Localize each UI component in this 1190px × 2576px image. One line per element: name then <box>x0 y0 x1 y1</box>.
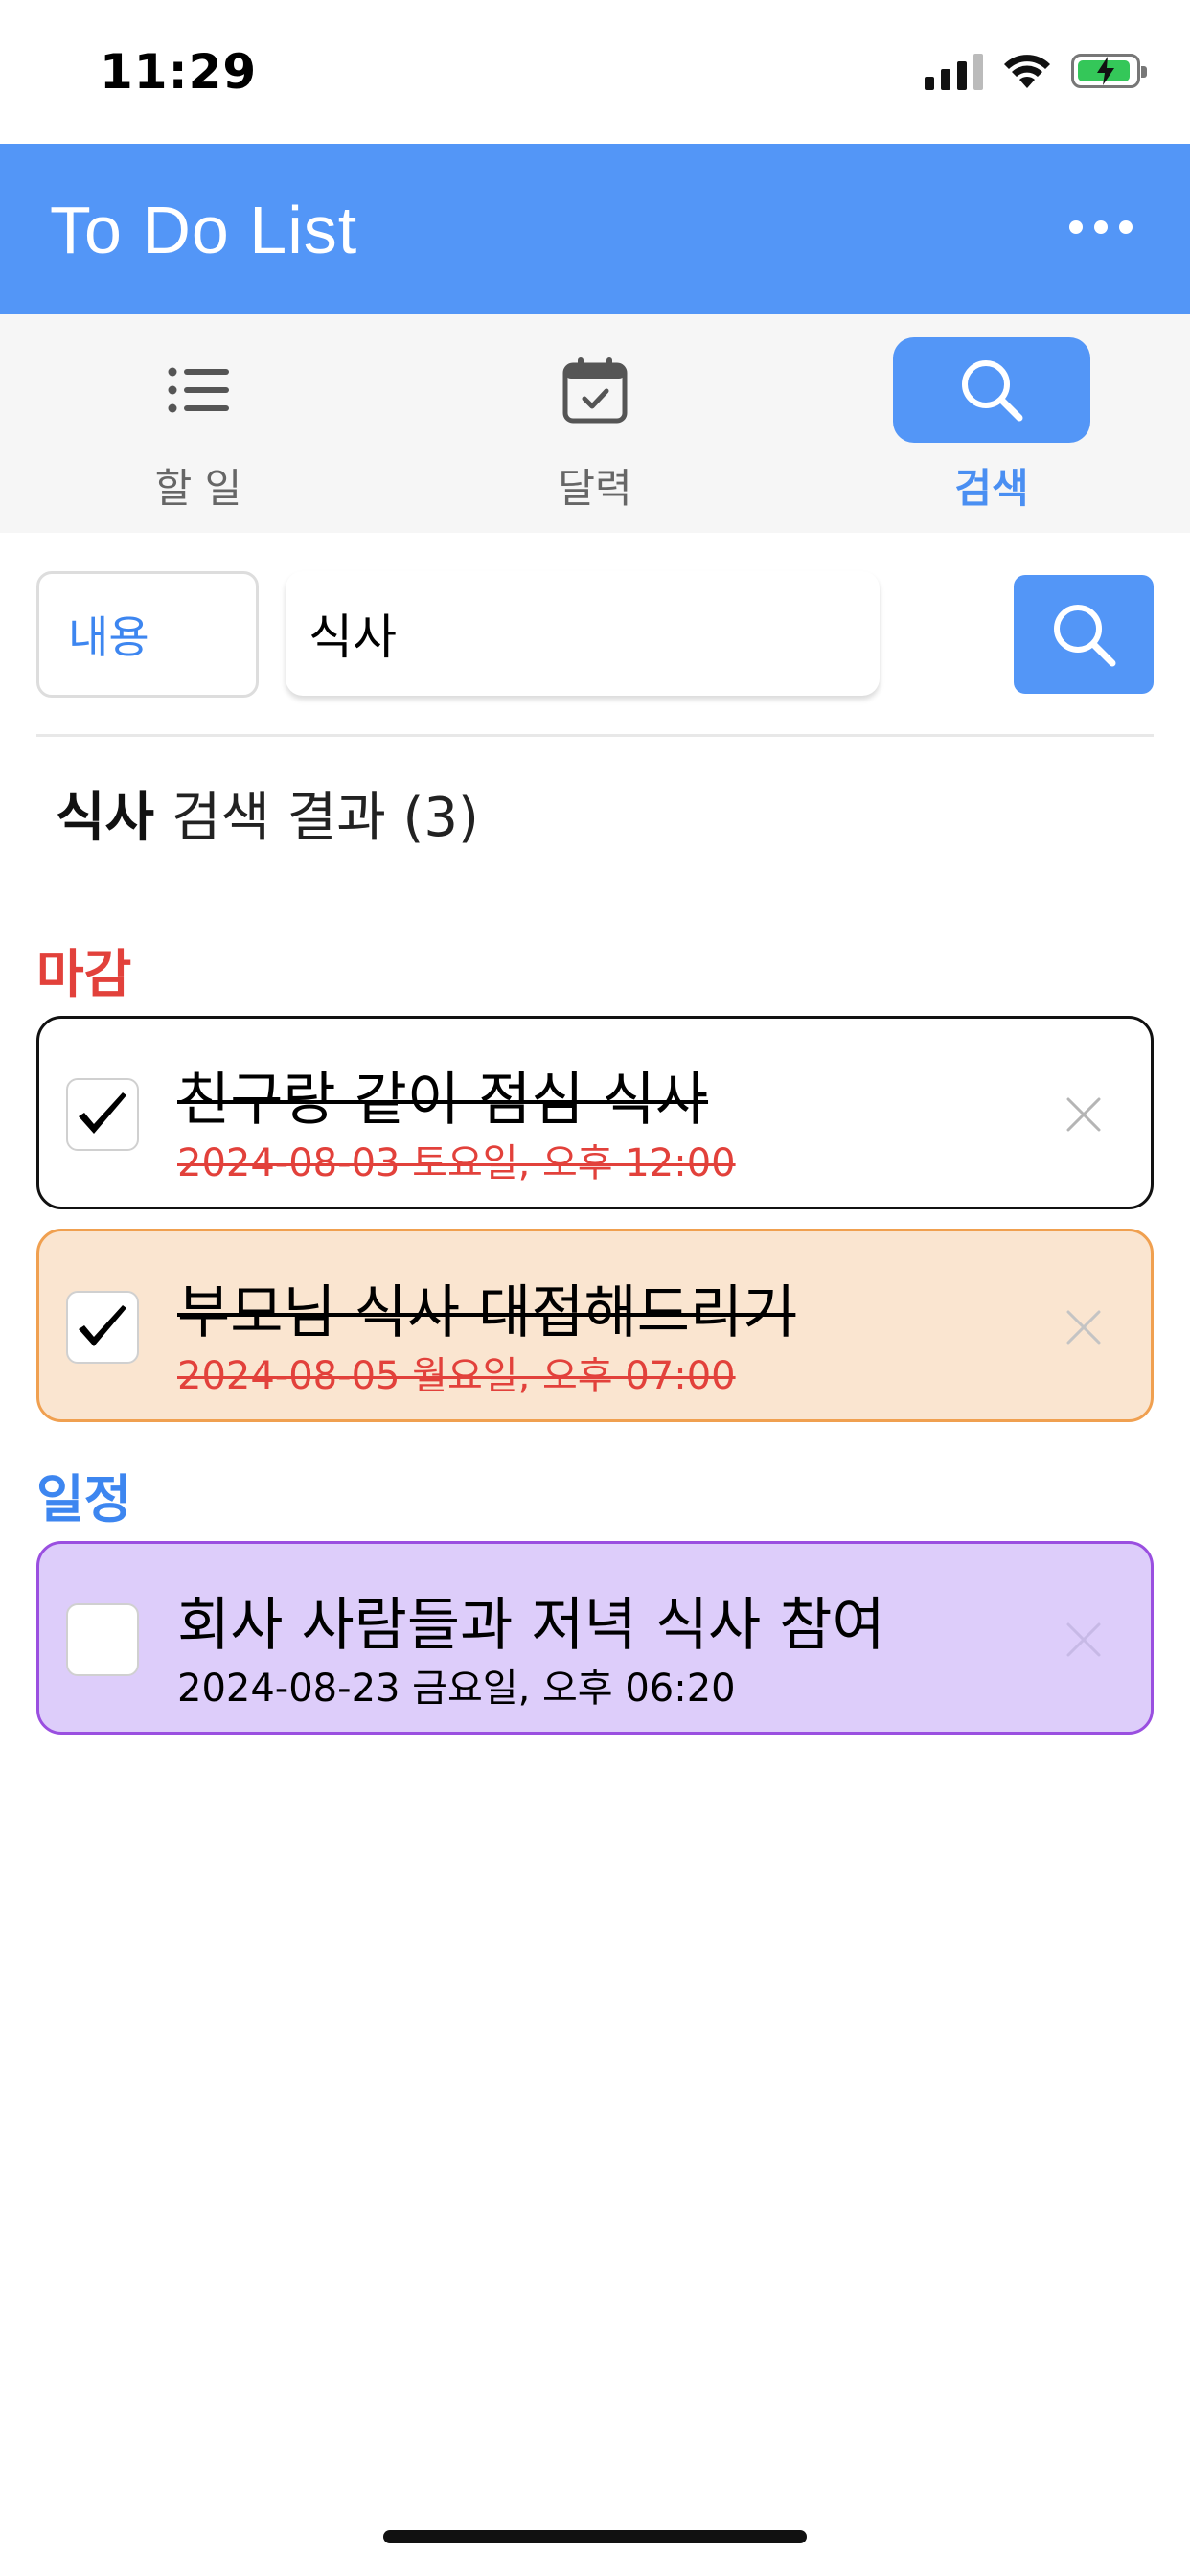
todo-checkbox[interactable] <box>66 1603 139 1676</box>
tab-todo-label: 할 일 <box>154 465 242 512</box>
close-icon[interactable] <box>1055 1086 1112 1143</box>
wifi-icon <box>1004 55 1050 88</box>
todo-checkbox[interactable] <box>66 1291 139 1364</box>
tab-search-label: 검색 <box>954 465 1029 512</box>
status-time: 11:29 <box>100 44 258 100</box>
search-result-keyword: 식사 <box>56 787 155 849</box>
search-result-heading: 식사 검색 결과 (3) <box>56 774 479 852</box>
todo-item[interactable]: 친구랑 같이 점심 식사 2024-08-03 토요일, 오후 12:00 <box>36 1016 1154 1209</box>
checkmark-icon <box>79 1305 126 1346</box>
todo-date: 2024-08-03 토요일, 오후 12:00 <box>177 1141 736 1185</box>
status-bar: 11:29 <box>0 0 1190 144</box>
calendar-icon <box>562 357 628 424</box>
todo-title: 회사 사람들과 저녁 식사 참여 <box>177 1592 885 1659</box>
tab-search[interactable]: 검색 <box>893 337 1090 515</box>
cellular-signal-icon <box>925 52 983 90</box>
todo-title: 부모님 식사 대접해드리기 <box>177 1279 796 1346</box>
search-row: 내용 <box>0 533 1190 734</box>
todo-date: 2024-08-23 금요일, 오후 06:20 <box>177 1667 736 1711</box>
home-indicator <box>383 2530 807 2543</box>
todo-checkbox[interactable] <box>66 1078 139 1151</box>
checkmark-icon <box>79 1092 126 1134</box>
tab-bar: 할 일 달력 검색 <box>0 314 1190 533</box>
todo-item[interactable]: 회사 사람들과 저녁 식사 참여 2024-08-23 금요일, 오후 06:2… <box>36 1541 1154 1735</box>
todo-date: 2024-08-05 월요일, 오후 07:00 <box>177 1354 736 1398</box>
search-button[interactable] <box>1014 575 1154 694</box>
divider <box>36 734 1154 737</box>
close-icon[interactable] <box>1055 1299 1112 1356</box>
tab-calendar[interactable]: 달력 <box>496 337 694 515</box>
app-header: To Do List <box>0 144 1190 314</box>
search-icon <box>962 360 1023 422</box>
close-icon[interactable] <box>1055 1611 1112 1668</box>
status-icons <box>925 52 1147 90</box>
todo-item[interactable]: 부모님 식사 대접해드리기 2024-08-05 월요일, 오후 07:00 <box>36 1229 1154 1422</box>
list-icon <box>168 367 229 413</box>
search-filter-select[interactable]: 내용 <box>36 571 259 698</box>
todo-title: 친구랑 같이 점심 식사 <box>177 1067 709 1134</box>
tab-todo[interactable]: 할 일 <box>100 337 297 515</box>
app-title: To Do List <box>50 193 358 267</box>
search-input[interactable] <box>286 571 880 696</box>
search-icon <box>1054 605 1116 667</box>
tab-calendar-label: 달력 <box>558 465 632 512</box>
search-result-summary: 검색 결과 (3) <box>171 787 479 849</box>
battery-icon <box>1071 54 1147 88</box>
more-options-icon[interactable] <box>1069 220 1133 234</box>
section-title-schedule: 일정 <box>36 1469 132 1530</box>
section-title-deadline: 마감 <box>36 944 132 1004</box>
